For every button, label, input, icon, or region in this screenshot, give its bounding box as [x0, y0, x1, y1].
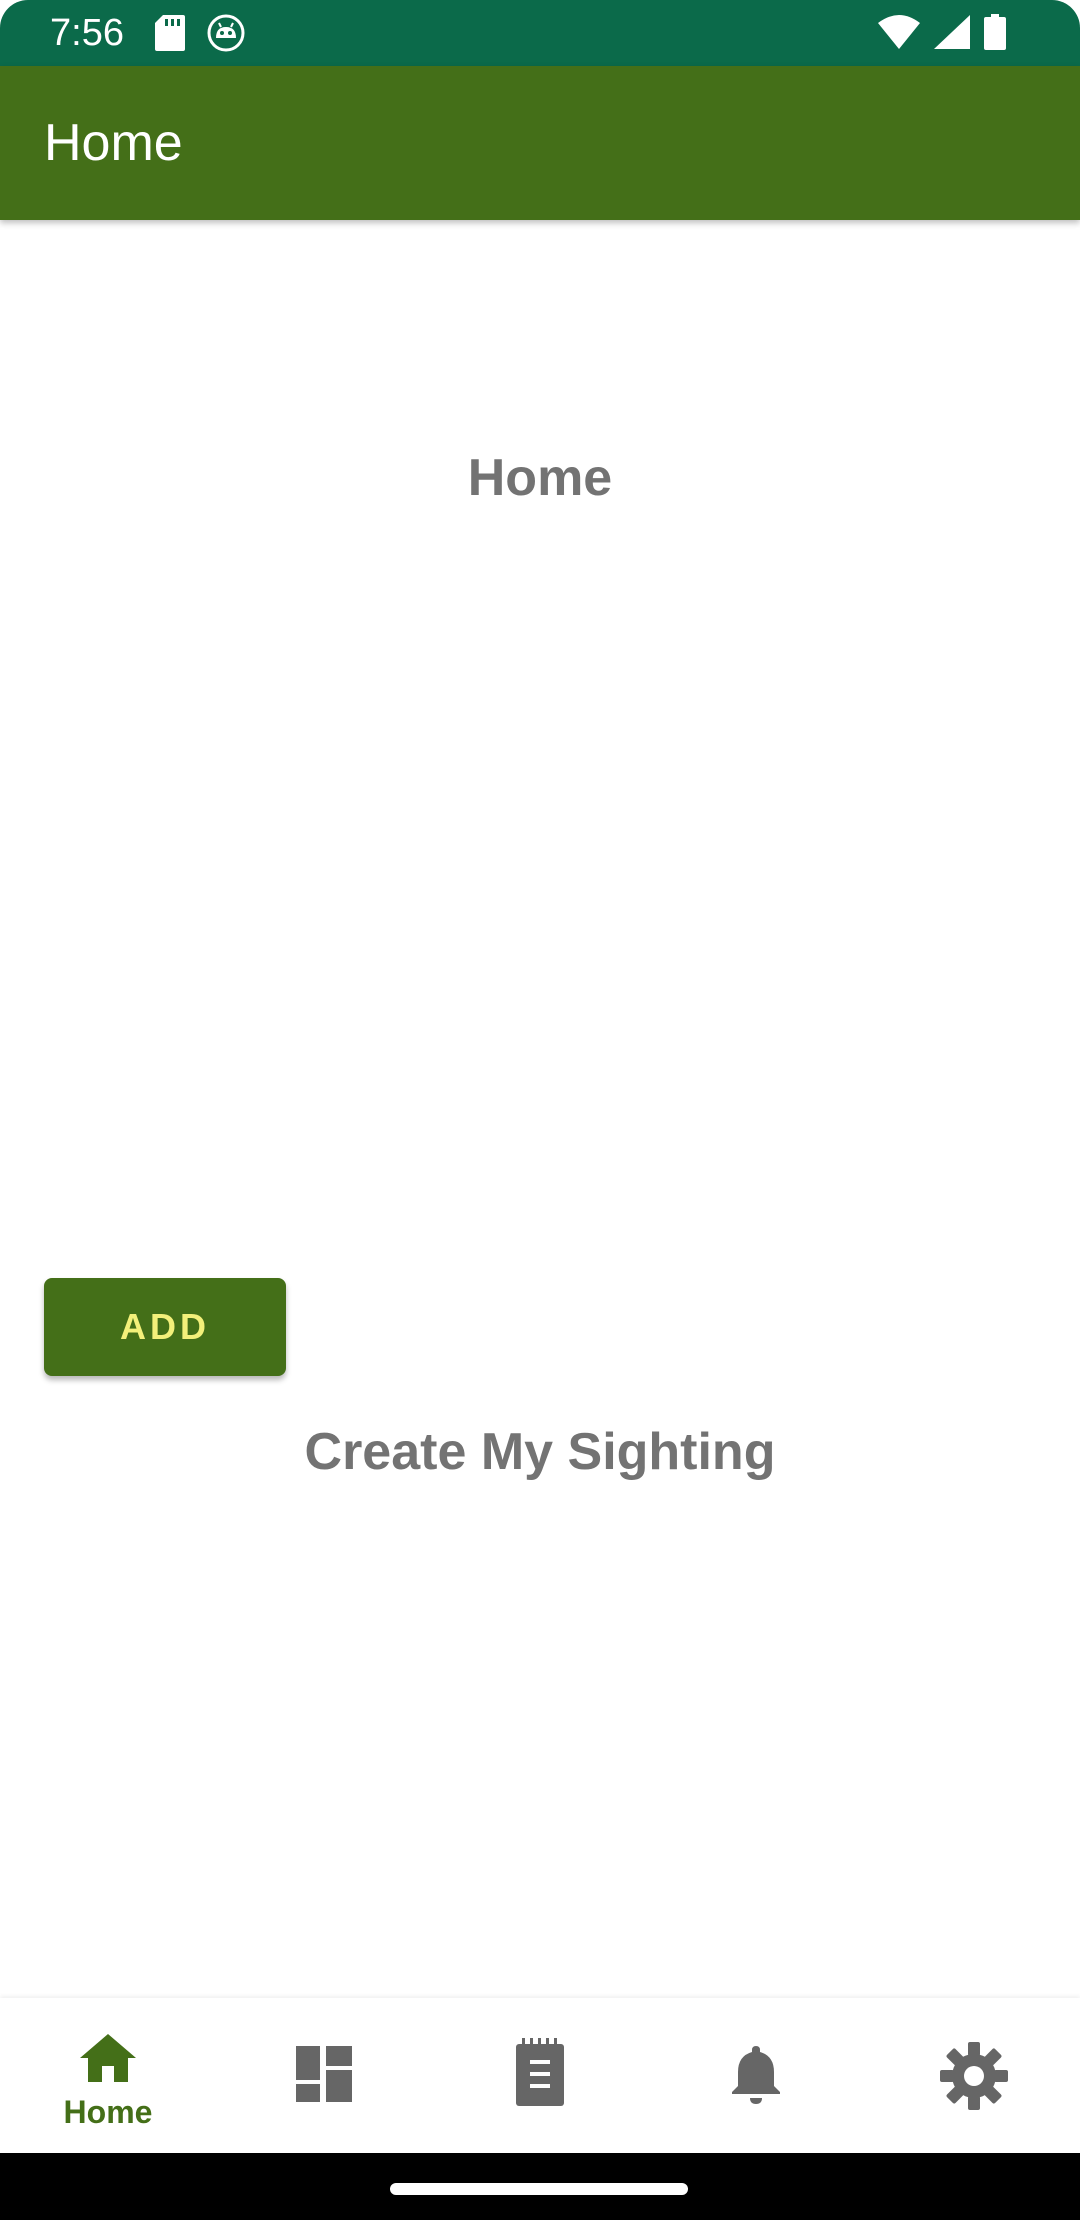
dashboard-icon: [292, 2042, 356, 2106]
nav-item-notifications[interactable]: [648, 1998, 864, 2153]
status-right-icons: [878, 14, 1006, 50]
screen: 7:56 Home Home ADD Create My Sighting Ho…: [0, 0, 1080, 2220]
nav-item-home[interactable]: Home: [0, 1998, 216, 2153]
gesture-navigation-bar: [0, 2153, 1080, 2220]
status-left-icons: [155, 14, 245, 52]
app-bar-title: Home: [44, 114, 183, 172]
add-button[interactable]: ADD: [44, 1278, 286, 1376]
create-sighting-caption: Create My Sighting: [304, 1423, 776, 1481]
notepad-icon: [508, 2038, 572, 2106]
home-gesture-handle[interactable]: [390, 2183, 688, 2195]
wifi-icon: [878, 15, 920, 49]
gear-icon: [940, 2042, 1008, 2110]
nav-item-notes[interactable]: [432, 1998, 648, 2153]
home-icon: [76, 2026, 140, 2090]
cell-signal-icon: [934, 15, 970, 49]
nav-item-dashboard[interactable]: [216, 1998, 432, 2153]
nav-label-home: Home: [63, 2094, 153, 2130]
sd-card-icon: [155, 15, 185, 51]
page-title: Home: [467, 449, 613, 507]
battery-icon: [984, 14, 1006, 50]
android-debug-icon: [207, 14, 245, 52]
status-time: 7:56: [50, 12, 124, 54]
app-bar: Home: [0, 66, 1080, 220]
bell-icon: [724, 2042, 788, 2106]
bottom-navigation: Home: [0, 1998, 1080, 2153]
nav-item-settings[interactable]: [864, 1998, 1080, 2153]
status-bar: 7:56: [0, 0, 1080, 66]
